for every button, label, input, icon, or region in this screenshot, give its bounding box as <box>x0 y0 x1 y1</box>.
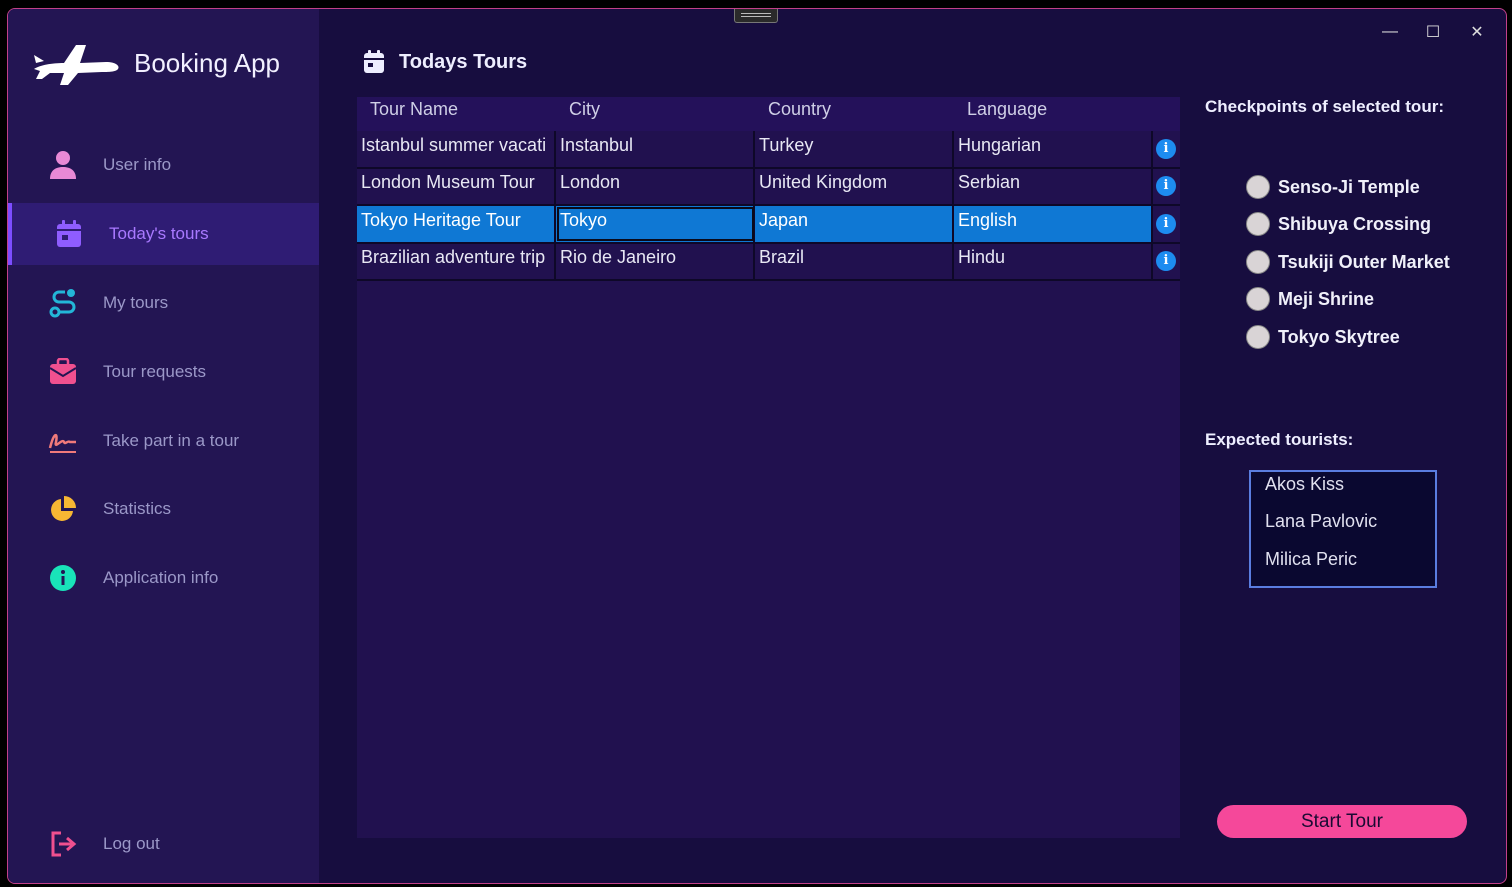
checkpoint-item[interactable]: Tsukiji Outer Market <box>1246 250 1450 274</box>
sidebar-item-my-tours[interactable]: My tours <box>8 272 319 334</box>
sidebar-item-take-part[interactable]: Take part in a tour <box>8 410 319 472</box>
table-row[interactable]: London Museum Tour London United Kingdom… <box>357 168 1180 206</box>
list-item[interactable]: Lana Pavlovic <box>1265 511 1377 532</box>
drag-handle[interactable] <box>734 9 778 23</box>
sidebar-item-label: Application info <box>103 568 219 587</box>
start-tour-button[interactable]: Start Tour <box>1217 805 1467 838</box>
table-row[interactable]: Istanbul summer vacati Instanbul Turkey … <box>357 131 1180 169</box>
cell-city[interactable]: Rio de Janeiro <box>556 243 755 279</box>
cell-country[interactable]: Turkey <box>755 131 954 167</box>
app-title: Booking App <box>134 47 281 78</box>
cell-tour-name[interactable]: Brazilian adventure trip <box>357 243 556 279</box>
list-item[interactable]: Milica Peric <box>1265 549 1357 570</box>
page-title: Todays Tours <box>399 50 528 73</box>
checkpoint-radio[interactable] <box>1246 325 1270 349</box>
minimize-button[interactable]: — <box>1370 17 1410 47</box>
cell-tour-name[interactable]: London Museum Tour <box>357 168 556 204</box>
column-header-tour-name[interactable]: Tour Name <box>370 97 458 131</box>
tourists-title: Expected tourists: <box>1205 430 1354 449</box>
checkpoint-item[interactable]: Tokyo Skytree <box>1246 325 1400 349</box>
sidebar-item-statistics[interactable]: Statistics <box>8 478 319 540</box>
checkpoint-radio[interactable] <box>1246 175 1270 199</box>
signature-icon <box>48 426 78 456</box>
table-header: Tour Name City Country Language <box>357 97 1180 131</box>
checkpoint-label: Senso-Ji Temple <box>1278 176 1420 197</box>
checkpoint-label: Tokyo Skytree <box>1278 326 1400 347</box>
calendar-icon <box>364 50 384 73</box>
cell-city[interactable]: London <box>556 168 755 204</box>
cell-city[interactable]: Tokyo <box>556 206 755 242</box>
column-header-language[interactable]: Language <box>967 97 1047 131</box>
sidebar-item-label: Statistics <box>103 499 172 518</box>
info-icon <box>48 563 78 593</box>
cell-tour-name[interactable]: Tokyo Heritage Tour <box>357 206 556 242</box>
sidebar-item-label: Take part in a tour <box>103 431 240 450</box>
info-button[interactable]: i <box>1156 214 1176 234</box>
cell-language[interactable]: Serbian <box>954 168 1153 204</box>
cell-language[interactable]: Hungarian <box>954 131 1153 167</box>
brand: Booking App <box>30 39 280 87</box>
checkpoints-title: Checkpoints of selected tour: <box>1205 97 1444 116</box>
cell-country[interactable]: Brazil <box>755 243 954 279</box>
logout-label: Log out <box>103 834 160 853</box>
calendar-icon <box>54 219 84 249</box>
tourists-list[interactable]: Akos Kiss Lana Pavlovic Milica Peric <box>1249 470 1437 588</box>
checkpoint-item[interactable]: Meji Shrine <box>1246 287 1374 311</box>
sidebar-item-label: My tours <box>103 293 169 312</box>
info-button[interactable]: i <box>1156 176 1176 196</box>
info-button[interactable]: i <box>1156 139 1176 159</box>
user-icon <box>48 150 78 180</box>
checkpoint-label: Shibuya Crossing <box>1278 213 1432 234</box>
checkpoint-label: Meji Shrine <box>1278 288 1375 309</box>
logout-icon <box>48 829 78 859</box>
cell-country[interactable]: Japan <box>755 206 954 242</box>
cell-language[interactable]: English <box>954 206 1153 242</box>
sidebar-item-todays-tours[interactable]: Today's tours <box>8 203 319 265</box>
table-row[interactable]: Brazilian adventure trip Rio de Janeiro … <box>357 243 1180 281</box>
maximize-button[interactable]: ☐ <box>1413 17 1453 47</box>
page-header: Todays Tours <box>363 50 527 74</box>
logout-button[interactable]: Log out <box>8 813 319 875</box>
cell-tour-name[interactable]: Istanbul summer vacati <box>357 131 556 167</box>
cell-city[interactable]: Instanbul <box>556 131 755 167</box>
app-window: Booking App User info Today's tours My t… <box>7 8 1507 884</box>
tours-table: Tour Name City Country Language Istanbul… <box>357 97 1180 838</box>
sidebar-item-tour-requests[interactable]: Tour requests <box>8 341 319 403</box>
sidebar-item-label: Tour requests <box>103 362 206 381</box>
pie-chart-icon <box>48 494 78 524</box>
sidebar-item-application-info[interactable]: Application info <box>8 547 319 609</box>
table-row-selected[interactable]: Tokyo Heritage Tour Tokyo Japan English … <box>357 206 1180 244</box>
route-icon <box>48 288 78 318</box>
column-header-city[interactable]: City <box>569 97 600 131</box>
mail-icon <box>48 357 78 387</box>
info-button[interactable]: i <box>1156 251 1176 271</box>
sidebar-item-label: User info <box>103 155 172 174</box>
column-header-country[interactable]: Country <box>768 97 831 131</box>
checkpoint-radio[interactable] <box>1246 250 1270 274</box>
cell-country[interactable]: United Kingdom <box>755 168 954 204</box>
airplane-icon <box>34 45 119 85</box>
sidebar-item-user-info[interactable]: User info <box>8 134 319 196</box>
checkpoint-item[interactable]: Senso-Ji Temple <box>1246 175 1420 199</box>
list-item[interactable]: Akos Kiss <box>1265 474 1344 495</box>
sidebar: Booking App User info Today's tours My t… <box>8 9 319 883</box>
close-button[interactable]: ✕ <box>1457 17 1497 47</box>
sidebar-item-label: Today's tours <box>109 224 209 243</box>
cell-language[interactable]: Hindu <box>954 243 1153 279</box>
checkpoint-radio[interactable] <box>1246 287 1270 311</box>
checkpoint-label: Tsukiji Outer Market <box>1278 251 1450 272</box>
checkpoint-radio[interactable] <box>1246 212 1270 236</box>
checkpoint-item[interactable]: Shibuya Crossing <box>1246 212 1431 236</box>
